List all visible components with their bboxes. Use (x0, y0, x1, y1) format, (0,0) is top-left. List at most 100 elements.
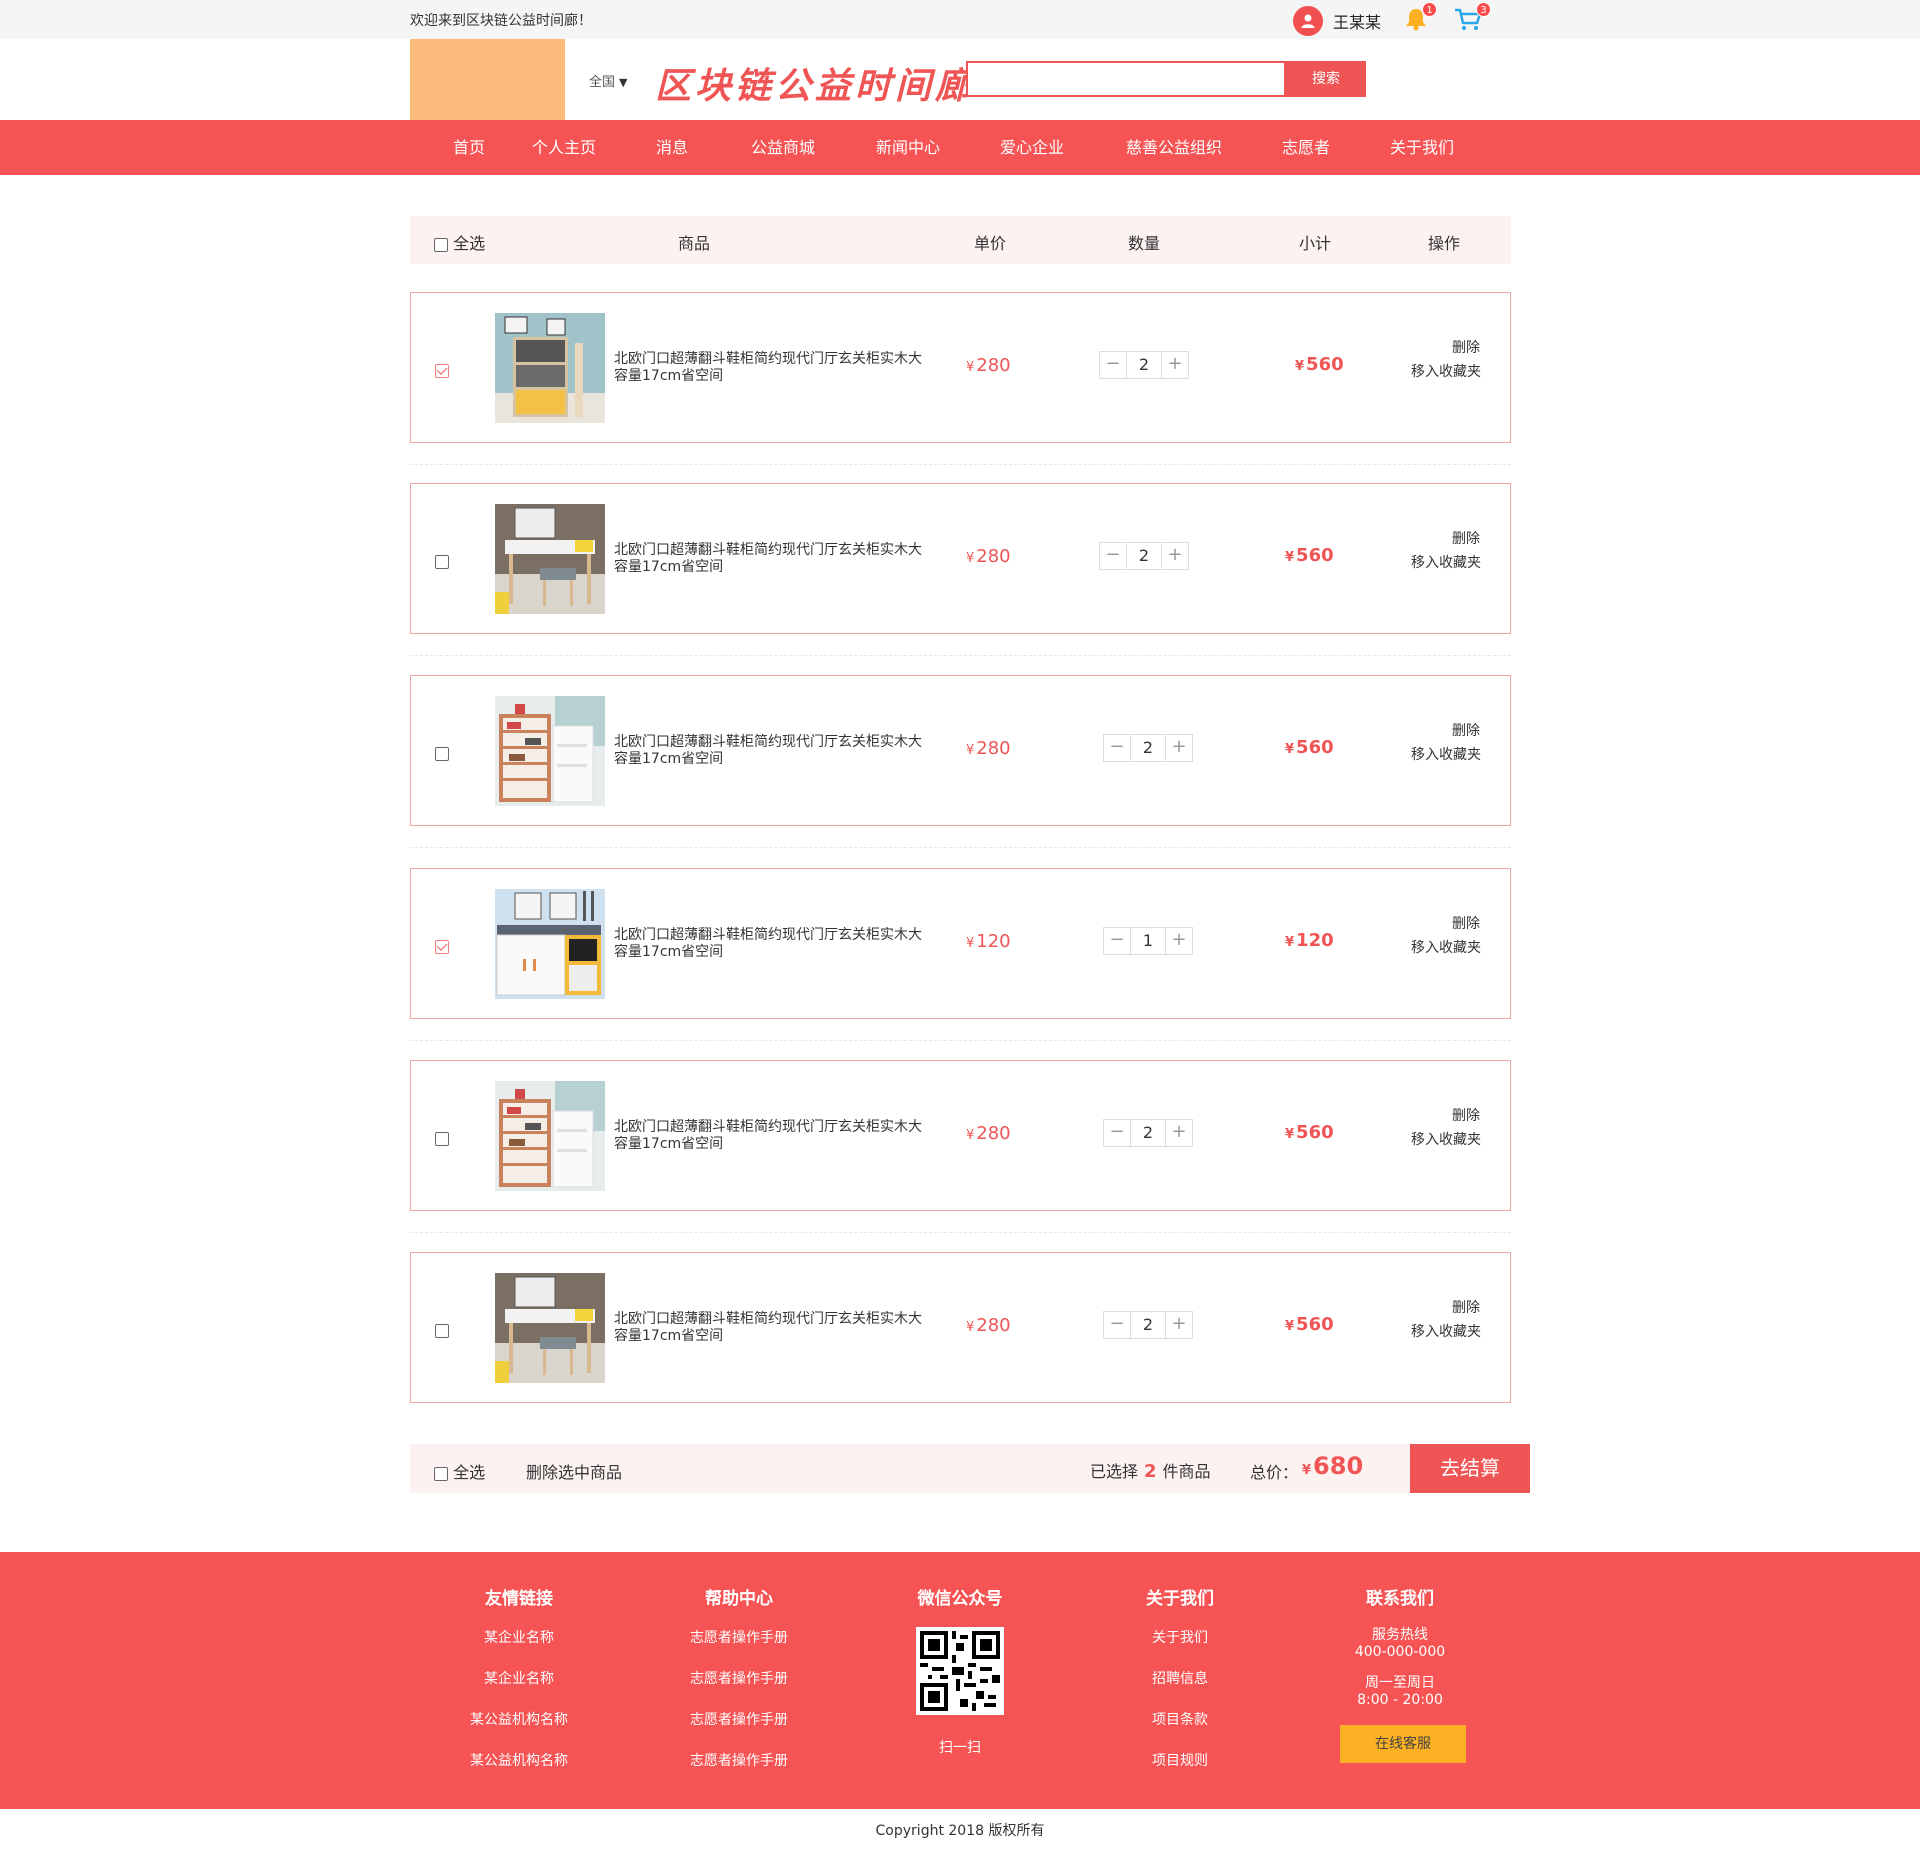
user-name[interactable]: 王某某 (1333, 9, 1381, 33)
plus-icon[interactable]: + (1162, 543, 1188, 569)
quantity-value[interactable]: 2 (1130, 1312, 1166, 1338)
product-description[interactable]: 北欧门口超薄翻斗鞋柜简约现代门厅玄关柜实木大容量17cm省空间 (614, 1311, 924, 1345)
quantity-value[interactable]: 2 (1130, 735, 1166, 761)
plus-icon[interactable]: + (1166, 928, 1192, 954)
select-all-checkbox[interactable] (434, 237, 448, 252)
quantity-value[interactable]: 1 (1130, 928, 1166, 954)
minus-icon[interactable]: − (1104, 735, 1130, 761)
quantity-value[interactable]: 2 (1126, 352, 1162, 378)
select-all-header[interactable]: 全选 (434, 230, 485, 254)
move-to-favorites-button[interactable]: 移入收藏夹 (1411, 744, 1481, 764)
bell-icon[interactable]: 1 (1403, 2, 1437, 32)
nav-item-mall[interactable]: 公益商城 (751, 120, 815, 175)
item-select[interactable] (435, 744, 449, 762)
footer-link[interactable]: 某企业名称 (459, 1627, 579, 1646)
minus-icon[interactable]: − (1100, 352, 1126, 378)
select-all-footer-checkbox[interactable] (434, 1466, 448, 1481)
row-divider (410, 847, 1511, 848)
footer-about-link[interactable]: 项目条款 (1120, 1709, 1240, 1728)
user-icon[interactable] (1293, 6, 1323, 36)
footer-help-link[interactable]: 志愿者操作手册 (679, 1709, 799, 1728)
minus-icon[interactable]: − (1104, 1120, 1130, 1146)
qr-code-icon (916, 1627, 1004, 1715)
region-selector[interactable]: 全国 ▼ (589, 71, 627, 90)
product-thumbnail[interactable] (495, 696, 605, 806)
quantity-value[interactable]: 2 (1130, 1120, 1166, 1146)
nav-item-charities[interactable]: 慈善公益组织 (1126, 120, 1222, 175)
item-checkbox[interactable] (435, 939, 449, 954)
nav-item-news[interactable]: 新闻中心 (876, 120, 940, 175)
footer-help-link[interactable]: 志愿者操作手册 (679, 1668, 799, 1687)
nav-item-enterprises[interactable]: 爱心企业 (1000, 120, 1064, 175)
plus-icon[interactable]: + (1166, 1120, 1192, 1146)
delete-item-button[interactable]: 删除 (1452, 528, 1480, 548)
item-checkbox[interactable] (435, 554, 449, 569)
item-checkbox[interactable] (435, 1323, 449, 1338)
item-select[interactable] (435, 1129, 449, 1147)
product-description[interactable]: 北欧门口超薄翻斗鞋柜简约现代门厅玄关柜实木大容量17cm省空间 (614, 1119, 924, 1153)
footer-about-link[interactable]: 招聘信息 (1120, 1668, 1240, 1687)
product-description[interactable]: 北欧门口超薄翻斗鞋柜简约现代门厅玄关柜实木大容量17cm省空间 (614, 351, 924, 385)
item-checkbox[interactable] (435, 746, 449, 761)
nav-item-volunteers[interactable]: 志愿者 (1282, 120, 1330, 175)
nav-item-messages[interactable]: 消息 (656, 120, 688, 175)
product-description[interactable]: 北欧门口超薄翻斗鞋柜简约现代门厅玄关柜实木大容量17cm省空间 (614, 542, 924, 576)
product-thumbnail[interactable] (495, 1081, 605, 1191)
nav-item-home[interactable]: 首页 (453, 120, 485, 175)
search-input[interactable] (966, 61, 1286, 97)
footer-about-link[interactable]: 项目规则 (1120, 1750, 1240, 1769)
product-description[interactable]: 北欧门口超薄翻斗鞋柜简约现代门厅玄关柜实木大容量17cm省空间 (614, 734, 924, 768)
item-select[interactable] (435, 552, 449, 570)
online-service-button[interactable]: 在线客服 (1340, 1725, 1466, 1763)
quantity-value[interactable]: 2 (1126, 543, 1162, 569)
move-to-favorites-button[interactable]: 移入收藏夹 (1411, 937, 1481, 957)
delete-item-button[interactable]: 删除 (1452, 1297, 1480, 1317)
plus-icon[interactable]: + (1166, 1312, 1192, 1338)
item-select[interactable] (435, 361, 449, 379)
subtotal-value: 120 (1296, 930, 1334, 951)
item-select[interactable] (435, 937, 449, 955)
footer-wechat-title: 微信公众号 (917, 1589, 1003, 1609)
minus-icon[interactable]: − (1104, 1312, 1130, 1338)
product-thumbnail[interactable] (495, 313, 605, 423)
product-thumbnail[interactable] (495, 1273, 605, 1383)
move-to-favorites-button[interactable]: 移入收藏夹 (1411, 1129, 1481, 1149)
nav-item-profile[interactable]: 个人主页 (532, 120, 596, 175)
move-to-favorites-button[interactable]: 移入收藏夹 (1411, 1321, 1481, 1341)
product-thumbnail[interactable] (495, 889, 605, 999)
checkout-button[interactable]: 去结算 (1410, 1444, 1530, 1493)
search-button[interactable]: 搜索 (1286, 61, 1366, 97)
move-to-favorites-button[interactable]: 移入收藏夹 (1411, 361, 1481, 381)
plus-icon[interactable]: + (1162, 352, 1188, 378)
subtotal-value: 560 (1296, 737, 1334, 758)
unit-price-value: 120 (976, 931, 1011, 952)
total-label: 总价： (1250, 1463, 1299, 1482)
footer-link[interactable]: 某公益机构名称 (459, 1709, 579, 1728)
minus-icon[interactable]: − (1100, 543, 1126, 569)
delete-item-button[interactable]: 删除 (1452, 720, 1480, 740)
user-menu[interactable]: 王某某 (1293, 6, 1381, 36)
item-select[interactable] (435, 1321, 449, 1339)
delete-selected-button[interactable]: 删除选中商品 (526, 1459, 622, 1483)
product-description[interactable]: 北欧门口超薄翻斗鞋柜简约现代门厅玄关柜实木大容量17cm省空间 (614, 927, 924, 961)
cart-icon[interactable]: 3 (1453, 2, 1491, 32)
move-to-favorites-button[interactable]: 移入收藏夹 (1411, 552, 1481, 572)
logo-placeholder[interactable] (410, 39, 565, 120)
select-all-footer[interactable]: 全选 (434, 1459, 485, 1483)
plus-icon[interactable]: + (1166, 735, 1192, 761)
footer-help-link[interactable]: 志愿者操作手册 (679, 1627, 799, 1646)
item-checkbox[interactable] (435, 363, 449, 378)
footer-link[interactable]: 某企业名称 (459, 1668, 579, 1687)
brand-title: 区块链公益时间廊 (655, 65, 976, 107)
product-thumbnail[interactable] (495, 504, 605, 614)
nav-item-about[interactable]: 关于我们 (1390, 120, 1454, 175)
item-checkbox[interactable] (435, 1131, 449, 1146)
delete-item-button[interactable]: 删除 (1452, 1105, 1480, 1125)
footer-help-link[interactable]: 志愿者操作手册 (679, 1750, 799, 1769)
delete-item-button[interactable]: 删除 (1452, 913, 1480, 933)
delete-item-button[interactable]: 删除 (1452, 337, 1480, 357)
unit-price: ¥280 (966, 738, 1011, 759)
footer-about-link[interactable]: 关于我们 (1120, 1627, 1240, 1646)
minus-icon[interactable]: − (1104, 928, 1130, 954)
footer-link[interactable]: 某公益机构名称 (459, 1750, 579, 1769)
